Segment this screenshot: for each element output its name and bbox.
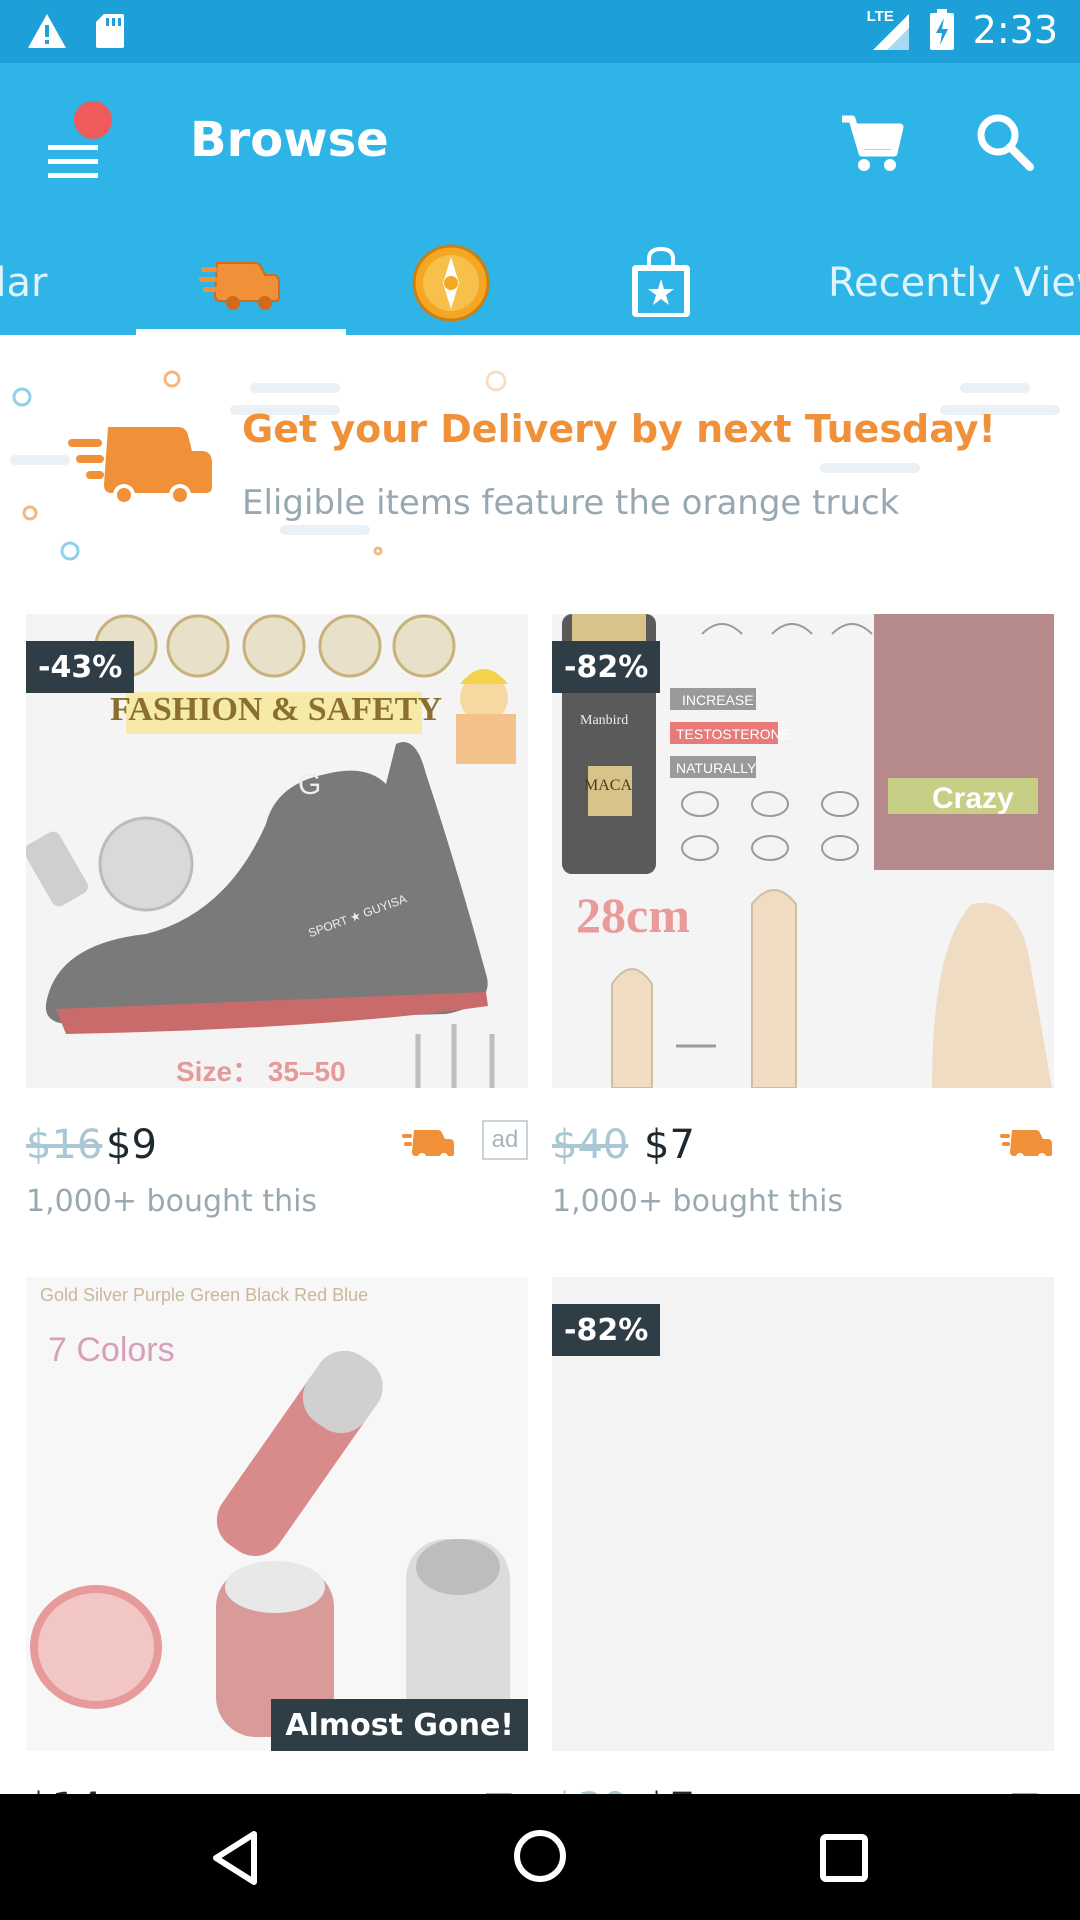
almost-gone-badge: Almost Gone! xyxy=(271,1699,528,1751)
product-image[interactable]: INCREASE TESTOSTERONE NATURALLY 28cm Cra… xyxy=(552,614,1054,1088)
blitz-coin-icon xyxy=(412,244,490,322)
tab-popular-label: ular xyxy=(0,260,48,306)
discount-badge: -82% xyxy=(552,1304,661,1356)
tab-recently-viewed[interactable]: Recently View xyxy=(828,231,1080,335)
image-text-increase: INCREASE xyxy=(682,692,754,708)
tab-popular[interactable]: ular xyxy=(0,231,80,335)
sale-price: $7 xyxy=(644,1122,695,1168)
banner-subtitle: Eligible items feature the orange truck xyxy=(242,483,900,523)
pickup-bag-icon xyxy=(632,246,690,317)
price-row: $16 $9 ad xyxy=(26,1114,528,1174)
app-bar: Browse ular xyxy=(0,63,1080,335)
back-icon[interactable] xyxy=(206,1828,266,1888)
banner-title: Get your Delivery by next Tuesday! xyxy=(242,407,996,451)
status-bar: LTE 2:33 xyxy=(0,0,1080,63)
tab-recently-viewed-label: Recently View xyxy=(828,260,1080,306)
cart-icon xyxy=(842,115,904,171)
image-text-testosterone: TESTOSTERONE xyxy=(676,726,790,742)
battery-charging-icon xyxy=(929,9,954,50)
product-image[interactable]: FASHION & SAFETY Size： 35–50 SPORT ★ GUY… xyxy=(26,614,528,1088)
bought-count: 1,000+ bought this xyxy=(26,1184,318,1219)
image-text-manbird: Manbird xyxy=(580,713,628,728)
page-title: Browse xyxy=(190,112,389,168)
express-truck-icon xyxy=(402,1130,454,1161)
discount-badge: -82% xyxy=(552,641,661,693)
tab-blitz-buy[interactable] xyxy=(346,231,556,335)
sd-card-icon xyxy=(96,14,124,48)
home-icon[interactable] xyxy=(510,1826,570,1886)
express-truck-icon xyxy=(1000,1130,1052,1161)
system-nav-bar xyxy=(0,1794,1080,1920)
image-text-28cm: 28cm xyxy=(576,887,690,943)
original-price: $40 xyxy=(552,1122,629,1168)
grinder-image: Gold Silver Purple Green Black Red Blue … xyxy=(26,1277,528,1751)
category-tabs: ular xyxy=(0,231,1080,335)
ad-badge: ad xyxy=(482,1120,528,1160)
delivery-banner[interactable]: Get your Delivery by next Tuesday! Eligi… xyxy=(0,335,1080,585)
signal-icon: LTE xyxy=(867,8,911,52)
express-truck-icon xyxy=(199,262,280,310)
menu-notification-dot xyxy=(74,101,112,139)
cart-button[interactable] xyxy=(836,107,906,177)
recents-icon[interactable] xyxy=(814,1828,874,1888)
tab-express-delivery[interactable] xyxy=(136,231,346,335)
warning-icon xyxy=(28,14,66,48)
original-price: $16 xyxy=(26,1122,103,1168)
bought-count: 1,000+ bought this xyxy=(552,1184,844,1219)
discount-badge: -43% xyxy=(26,641,135,693)
banner-decoration xyxy=(10,370,1060,561)
image-text-crazy: Crazy xyxy=(932,782,1014,815)
status-time: 2:33 xyxy=(972,8,1058,52)
image-text-logo: G xyxy=(298,768,321,801)
image-text-size: Size： 35–50 xyxy=(176,1056,346,1087)
tab-pickup[interactable] xyxy=(556,231,766,335)
image-text-naturally: NATURALLY xyxy=(676,760,757,776)
image-text-maca: MACA xyxy=(584,777,632,794)
image-text-7-colors: 7 Colors xyxy=(48,1331,175,1369)
image-text-colors-list: Gold Silver Purple Green Black Red Blue xyxy=(40,1285,368,1305)
image-text-fashion-safety: FASHION & SAFETY xyxy=(110,691,442,728)
product-image[interactable]: -82% xyxy=(552,1277,1054,1751)
search-icon xyxy=(977,114,1034,171)
price-row: $40 $7 xyxy=(552,1114,1054,1174)
product-image[interactable]: Gold Silver Purple Green Black Red Blue … xyxy=(26,1277,528,1751)
sale-price: $9 xyxy=(106,1122,157,1168)
search-button[interactable] xyxy=(970,107,1040,177)
